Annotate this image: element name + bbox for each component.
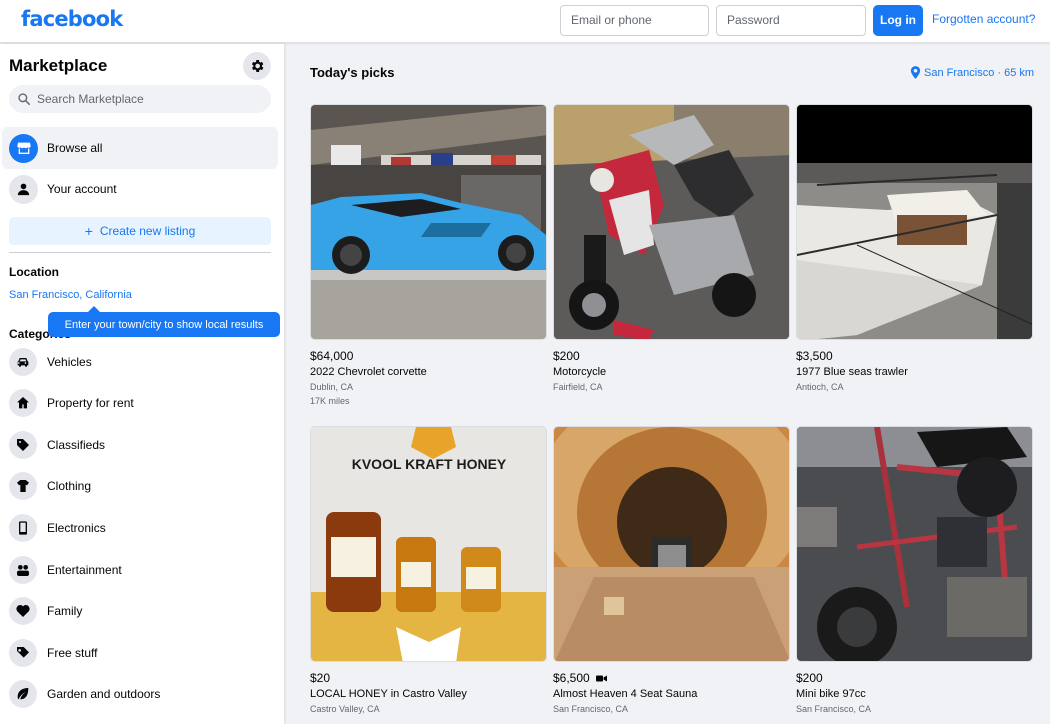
create-listing-label: Create new listing: [99, 224, 196, 238]
listing-card[interactable]: $64,000 2022 Chevrolet corvette Dublin, …: [310, 104, 547, 406]
category-electronics[interactable]: Electronics: [9, 511, 279, 545]
listing-price: $6,500: [553, 671, 790, 685]
category-garden[interactable]: Garden and outdoors: [9, 677, 279, 711]
settings-button[interactable]: [243, 52, 271, 80]
person-icon: [9, 174, 38, 204]
login-button[interactable]: Log in: [873, 5, 923, 36]
listing-title: 1977 Blue seas trawler: [796, 366, 908, 378]
listing-location: Castro Valley, CA: [310, 704, 380, 714]
search-icon: [18, 93, 31, 106]
video-icon: [595, 675, 607, 681]
listing-image[interactable]: [310, 104, 547, 340]
listing-location: San Francisco, CA: [796, 704, 872, 714]
divider: [9, 252, 271, 253]
category-label: Property for rent: [47, 396, 134, 410]
listing-card[interactable]: $3,500 1977 Blue seas trawler Antioch, C…: [796, 104, 1033, 392]
category-label: Electronics: [47, 521, 106, 535]
listing-card[interactable]: $6,500 Almost Heaven 4 Seat Sauna San Fr…: [553, 426, 790, 714]
listing-card[interactable]: $200 Mini bike 97cc San Francisco, CA: [796, 426, 1033, 714]
listing-title: Almost Heaven 4 Seat Sauna: [553, 688, 698, 700]
listing-location: Antioch, CA: [796, 382, 844, 392]
location-filter[interactable]: San Francisco · 65 km: [910, 66, 1034, 79]
category-label: Clothing: [47, 479, 92, 493]
top-bar: facebook Email or phone Password Log in …: [0, 0, 1050, 43]
location-tooltip: Enter your town/city to show local resul…: [48, 306, 280, 337]
category-entertainment[interactable]: Entertainment: [9, 553, 279, 587]
nav-label: Browse all: [47, 141, 103, 155]
tag-icon: [9, 431, 37, 459]
location-link[interactable]: San Francisco, California: [9, 289, 132, 301]
listing-price: $64,000: [310, 349, 354, 363]
listing-location: Dublin, CA: [310, 382, 354, 392]
listing-location: San Francisco, CA: [553, 704, 629, 714]
listing-location: Fairfield, CA: [553, 382, 603, 392]
phone-icon: [9, 514, 37, 542]
create-listing-button[interactable]: + Create new listing: [9, 217, 271, 245]
category-property[interactable]: Property for rent: [9, 386, 279, 420]
category-label: Garden and outdoors: [47, 687, 161, 701]
listing-price: $200: [796, 671, 823, 685]
listing-mileage: 17K miles: [310, 396, 350, 406]
people-icon: [9, 556, 37, 584]
listing-card[interactable]: KVOOL KRAFT HONEY $20 LOCAL HONEY in Cas…: [310, 426, 547, 714]
category-clothing[interactable]: Clothing: [9, 469, 279, 503]
listing-title: LOCAL HONEY in Castro Valley: [310, 688, 467, 700]
listing-title: Motorcycle: [553, 366, 607, 378]
sidebar-title: Marketplace: [9, 56, 108, 75]
nav-browse-all[interactable]: Browse all: [2, 127, 278, 169]
password-field[interactable]: Password: [716, 5, 866, 36]
listing-image[interactable]: [796, 104, 1033, 340]
listing-image[interactable]: [796, 426, 1033, 662]
listing-card[interactable]: $200 Motorcycle Fairfield, CA: [553, 104, 790, 392]
listing-image[interactable]: [553, 104, 790, 340]
listing-price-value: $6,500: [553, 671, 590, 685]
email-field[interactable]: Email or phone: [560, 5, 709, 36]
listing-title: 2022 Chevrolet corvette: [310, 366, 427, 378]
nav-your-account[interactable]: Your account: [2, 168, 278, 210]
plus-icon: +: [84, 223, 93, 239]
leaf-icon: [9, 680, 37, 708]
listing-price: $3,500: [796, 349, 833, 363]
forgot-account-link[interactable]: Forgotten account?: [932, 12, 1035, 26]
location-pin-icon: [910, 66, 921, 79]
category-classifieds[interactable]: Classifieds: [9, 428, 279, 462]
category-label: Classifieds: [47, 438, 106, 452]
shirt-icon: [9, 472, 37, 500]
nav-label: Your account: [47, 182, 117, 196]
category-label: Free stuff: [47, 646, 98, 660]
search-marketplace-input[interactable]: Search Marketplace: [9, 85, 271, 113]
location-filter-label: San Francisco · 65 km: [924, 66, 1035, 79]
category-vehicles[interactable]: Vehicles: [9, 345, 279, 379]
gear-icon: [251, 60, 264, 72]
listing-image[interactable]: KVOOL KRAFT HONEY: [310, 426, 547, 662]
listing-price: $200: [553, 349, 580, 363]
category-label: Family: [47, 604, 83, 618]
todays-picks-heading: Today's picks: [310, 65, 395, 80]
listing-title: Mini bike 97cc: [796, 688, 866, 700]
honey-brand-text: KVOOL KRAFT HONEY: [352, 456, 507, 472]
listing-image[interactable]: [553, 426, 790, 662]
listing-price: $20: [310, 671, 331, 685]
facebook-logo[interactable]: facebook: [21, 7, 123, 31]
category-label: Entertainment: [47, 563, 122, 577]
house-icon: [9, 389, 37, 417]
gift-icon: [9, 639, 37, 667]
heart-icon: [9, 597, 37, 625]
category-family[interactable]: Family: [9, 594, 279, 628]
storefront-icon: [9, 133, 38, 163]
car-icon: [9, 348, 37, 376]
category-free-stuff[interactable]: Free stuff: [9, 636, 279, 670]
search-placeholder: Search Marketplace: [37, 92, 144, 106]
location-heading: Location: [9, 265, 59, 279]
sidebar: Marketplace Search Marketplace Browse al…: [0, 44, 284, 724]
category-label: Vehicles: [47, 355, 92, 369]
